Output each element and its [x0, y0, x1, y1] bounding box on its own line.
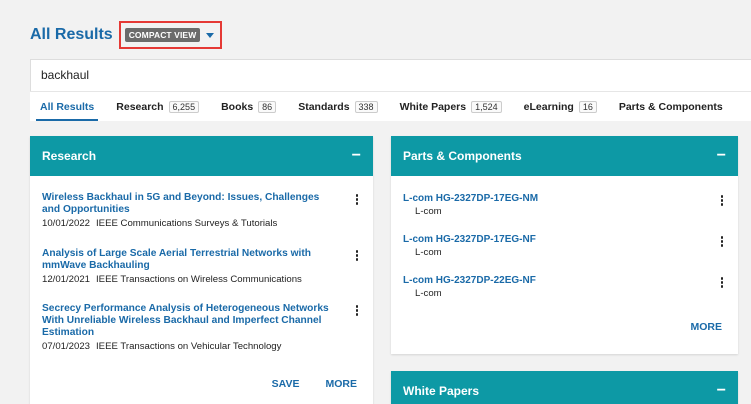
panel-title: Research: [42, 149, 97, 163]
tab-label: Parts & Components: [618, 100, 723, 113]
more-button[interactable]: MORE: [691, 321, 723, 333]
research-panel-header: Research −: [30, 136, 373, 176]
tab-parts-components[interactable]: Parts & Components: [619, 92, 723, 121]
tab-label: Standards: [298, 100, 350, 113]
collapse-icon[interactable]: −: [717, 383, 726, 399]
result-title-link[interactable]: Analysis of Large Scale Aerial Terrestri…: [42, 248, 337, 272]
view-mode-badge[interactable]: COMPACT VIEW: [124, 28, 201, 42]
tab-all-results[interactable]: All Results: [35, 92, 99, 121]
more-options-icon[interactable]: [718, 236, 726, 247]
result-meta: 12/01/2021 IEEE Transactions on Wireless …: [42, 274, 361, 286]
list-item: Wireless Backhaul in 5G and Beyond: Issu…: [42, 192, 361, 230]
result-meta: 10/01/2022 IEEE Communications Surveys & …: [42, 218, 361, 230]
result-date: 10/01/2022: [42, 218, 91, 229]
part-vendor: L-com: [415, 288, 442, 299]
parts-actions: MORE: [691, 321, 723, 333]
part-vendor: L-com: [415, 206, 442, 217]
result-source: IEEE Transactions on Vehicular Technolog…: [96, 341, 282, 352]
part-title-link[interactable]: L-com HG-2327DP-22EG-NF: [403, 275, 726, 287]
tab-label: eLearning: [523, 100, 574, 113]
chevron-down-icon[interactable]: [206, 32, 215, 38]
tab-label: Books: [221, 100, 254, 113]
list-item: Secrecy Performance Analysis of Heteroge…: [42, 303, 361, 353]
search-input[interactable]: backhaul: [30, 59, 751, 91]
more-button[interactable]: MORE: [326, 378, 358, 390]
tab-count: 6,255: [168, 100, 200, 113]
tab-count: 338: [354, 100, 378, 113]
tab-standards[interactable]: Standards 338: [298, 92, 378, 121]
research-actions: SAVE MORE: [272, 378, 357, 390]
page-title: All Results: [30, 26, 113, 43]
parts-panel-header: Parts & Components −: [391, 136, 738, 176]
tab-label: All Results: [40, 100, 95, 113]
part-title-link[interactable]: L-com HG-2327DP-17EG-NM: [403, 193, 726, 205]
more-options-icon[interactable]: [353, 305, 361, 316]
panel-title: Parts & Components: [403, 149, 522, 163]
result-meta: 07/01/2023 IEEE Transactions on Vehicular…: [42, 341, 361, 353]
research-panel: Research − Wireless Backhaul in 5G and B…: [30, 136, 373, 404]
tab-research[interactable]: Research 6,255: [116, 92, 200, 121]
more-options-icon[interactable]: [353, 194, 361, 205]
view-mode-dropdown[interactable]: COMPACT VIEW: [118, 21, 223, 49]
result-date: 07/01/2023: [42, 341, 91, 352]
result-source: IEEE Communications Surveys & Tutorials: [96, 218, 278, 229]
part-vendor: L-com: [415, 247, 442, 258]
result-date: 12/01/2021: [42, 274, 91, 285]
list-item: L-com HG-2327DP-22EG-NF L-com: [403, 275, 726, 300]
collapse-icon[interactable]: −: [352, 148, 361, 164]
tab-count: 16: [578, 100, 597, 113]
tab-count: 1,524: [471, 100, 502, 113]
result-source: IEEE Transactions on Wireless Communicat…: [96, 274, 302, 285]
part-title-link[interactable]: L-com HG-2327DP-17EG-NF: [403, 234, 726, 246]
tab-books[interactable]: Books 86: [221, 92, 277, 121]
results-header: All Results COMPACT VIEW: [30, 21, 223, 49]
save-button[interactable]: SAVE: [272, 378, 300, 390]
more-options-icon[interactable]: [718, 277, 726, 288]
white-papers-panel-header: White Papers −: [391, 371, 738, 404]
result-title-link[interactable]: Secrecy Performance Analysis of Heteroge…: [42, 303, 337, 339]
tab-label: Research: [116, 100, 164, 113]
white-papers-panel: White Papers −: [391, 371, 738, 404]
list-item: L-com HG-2327DP-17EG-NM L-com: [403, 193, 726, 218]
result-tabs: All Results Research 6,255 Books 86 Stan…: [30, 91, 751, 121]
tab-label: White Papers: [399, 100, 467, 113]
parts-panel: Parts & Components − L-com HG-2327DP-17E…: [391, 136, 738, 354]
result-title-link[interactable]: Wireless Backhaul in 5G and Beyond: Issu…: [42, 192, 337, 216]
panel-title: White Papers: [403, 384, 480, 398]
tab-count: 86: [258, 100, 277, 113]
more-options-icon[interactable]: [718, 195, 726, 206]
tab-elearning[interactable]: eLearning 16: [524, 92, 597, 121]
list-item: Analysis of Large Scale Aerial Terrestri…: [42, 248, 361, 286]
collapse-icon[interactable]: −: [717, 148, 726, 164]
more-options-icon[interactable]: [353, 250, 361, 261]
tab-white-papers[interactable]: White Papers 1,524: [400, 92, 502, 121]
list-item: L-com HG-2327DP-17EG-NF L-com: [403, 234, 726, 259]
